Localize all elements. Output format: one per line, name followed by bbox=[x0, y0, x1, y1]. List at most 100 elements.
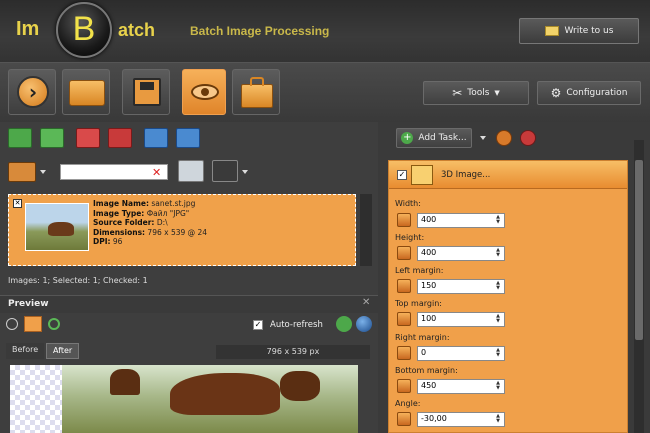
task-checkbox[interactable]: ✓ bbox=[397, 170, 407, 180]
left-margin-spinner[interactable]: ▲ ▼ bbox=[494, 281, 502, 292]
item-checkbox[interactable]: ✕ bbox=[13, 199, 22, 208]
height-label: Height: bbox=[395, 233, 425, 242]
right-margin-spinner[interactable]: ▲ ▼ bbox=[494, 348, 502, 359]
add-folder-icon[interactable] bbox=[40, 128, 64, 148]
move-up-icon[interactable] bbox=[144, 128, 168, 148]
logo-b: B bbox=[72, 10, 96, 48]
list-view-dropdown-icon[interactable] bbox=[242, 170, 248, 174]
top-margin-label: Top margin: bbox=[395, 299, 442, 308]
logo-text-left: Im bbox=[16, 18, 40, 40]
task-header[interactable]: ✓ 3D Image... bbox=[389, 161, 627, 189]
angle-link-icon[interactable] bbox=[397, 412, 411, 426]
write-to-us-label: Write to us bbox=[564, 26, 614, 36]
add-task-button[interactable]: + Add Task... bbox=[396, 128, 472, 148]
arrow-right-icon: › bbox=[17, 76, 49, 108]
close-preview-icon[interactable]: ✕ bbox=[362, 297, 370, 308]
camera-icon[interactable] bbox=[178, 160, 204, 182]
tab-after[interactable]: After bbox=[46, 343, 80, 359]
right-margin-link-icon[interactable] bbox=[397, 346, 411, 360]
zoom-fit-icon[interactable] bbox=[48, 318, 60, 330]
eye-icon bbox=[191, 84, 219, 100]
run-button[interactable]: › bbox=[8, 69, 56, 115]
height-link-icon[interactable] bbox=[397, 246, 411, 260]
right-margin-input[interactable]: 0 ▲ ▼ bbox=[417, 346, 505, 361]
configuration-label: Configuration bbox=[566, 88, 628, 98]
wrench-icon: ✂ bbox=[452, 86, 463, 100]
width-spinner[interactable]: ▲ ▼ bbox=[494, 215, 502, 226]
task-title: 3D Image... bbox=[441, 170, 491, 180]
auto-refresh-checkbox[interactable]: ✓ bbox=[253, 320, 263, 330]
preview-toggle-button[interactable] bbox=[182, 69, 226, 115]
preview-image bbox=[10, 365, 358, 433]
tab-before[interactable]: Before bbox=[6, 343, 45, 359]
left-margin-label: Left margin: bbox=[395, 266, 444, 275]
chevron-down-icon: ▼ bbox=[494, 89, 500, 97]
tools-menu-button[interactable]: ✂ Tools ▼ bbox=[423, 81, 529, 105]
bottom-margin-spinner[interactable]: ▲ ▼ bbox=[494, 381, 502, 392]
view-mode-icon[interactable] bbox=[8, 162, 36, 182]
envelope-icon bbox=[544, 26, 559, 36]
refresh-icon[interactable] bbox=[336, 316, 352, 332]
top-margin-link-icon[interactable] bbox=[397, 312, 411, 326]
floppy-icon bbox=[133, 78, 161, 106]
list-view-icon[interactable] bbox=[212, 160, 238, 182]
detail-type: Image Type: Файл "JPG" bbox=[93, 208, 190, 218]
delete-task-icon[interactable] bbox=[520, 130, 536, 146]
width-input[interactable]: 400 ▲ ▼ bbox=[417, 213, 505, 228]
bottom-margin-link-icon[interactable] bbox=[397, 379, 411, 393]
tools-label: Tools bbox=[467, 88, 490, 98]
open-folder-button[interactable] bbox=[62, 69, 110, 115]
top-margin-input[interactable]: 100 ▲ ▼ bbox=[417, 312, 505, 327]
save-button[interactable] bbox=[122, 69, 170, 115]
main-toolbar: › ✂ Tools ▼ ⚙ Configuration bbox=[0, 62, 650, 159]
add-task-label: Add Task... bbox=[418, 133, 467, 143]
task-item-3d-image: ✓ 3D Image... Width: 400 ▲ ▼ Height: 400 ▲ ▼… bbox=[388, 160, 628, 433]
task-3d-icon bbox=[411, 165, 433, 185]
height-spinner[interactable]: ▲ ▼ bbox=[494, 248, 502, 259]
preview-dimensions: 796 x 539 px bbox=[216, 345, 370, 359]
configuration-button[interactable]: ⚙ Configuration bbox=[537, 81, 641, 105]
detail-dpi: DPI: 96 bbox=[93, 237, 123, 246]
image-list-item[interactable]: ✕ Image Name: sanet.st.jpg Image Type: Ф… bbox=[8, 194, 356, 266]
image-details: Image Name: sanet.st.jpg Image Type: Фай… bbox=[93, 199, 207, 247]
detail-name: Image Name: sanet.st.jpg bbox=[93, 199, 196, 208]
folder-icon bbox=[69, 80, 105, 106]
height-input[interactable]: 400 ▲ ▼ bbox=[417, 246, 505, 261]
add-image-icon[interactable] bbox=[8, 128, 32, 148]
width-link-icon[interactable] bbox=[397, 213, 411, 227]
move-down-icon[interactable] bbox=[176, 128, 200, 148]
right-margin-label: Right margin: bbox=[395, 333, 450, 342]
tasks-scrollbar[interactable] bbox=[634, 140, 644, 433]
globe-icon[interactable] bbox=[356, 316, 372, 332]
add-task-dropdown-icon[interactable] bbox=[480, 136, 486, 140]
batch-button[interactable] bbox=[232, 69, 280, 115]
hand-icon[interactable] bbox=[24, 316, 42, 332]
remove-all-icon[interactable] bbox=[108, 128, 132, 148]
zoom-icon[interactable] bbox=[6, 318, 18, 330]
image-list-scrollbar[interactable] bbox=[360, 194, 372, 266]
move-task-icon[interactable] bbox=[496, 130, 512, 146]
bottom-margin-input[interactable]: 450 ▲ ▼ bbox=[417, 379, 505, 394]
left-margin-input[interactable]: 150 ▲ ▼ bbox=[417, 279, 505, 294]
auto-refresh-label: Auto-refresh bbox=[270, 320, 323, 330]
detail-folder: Source Folder: D:\ bbox=[93, 218, 168, 227]
width-label: Width: bbox=[395, 199, 421, 208]
view-mode-dropdown-icon[interactable] bbox=[40, 170, 46, 174]
bag-icon bbox=[241, 84, 273, 108]
remove-image-icon[interactable] bbox=[76, 128, 100, 148]
left-margin-link-icon[interactable] bbox=[397, 279, 411, 293]
image-status: Images: 1; Selected: 1; Checked: 1 bbox=[8, 276, 148, 285]
preview-title: Preview bbox=[0, 295, 378, 313]
angle-input[interactable]: -30,00 ▲ ▼ bbox=[417, 412, 505, 427]
tasks-scroll-thumb[interactable] bbox=[635, 160, 643, 340]
angle-spinner[interactable]: ▲ ▼ bbox=[494, 414, 502, 425]
images-panel: ✕ ✕ Image Name: sanet.st.jpg Image Type:… bbox=[0, 122, 378, 433]
app-subtitle: Batch Image Processing bbox=[190, 24, 330, 38]
write-to-us-button[interactable]: Write to us bbox=[519, 18, 639, 44]
angle-label: Angle: bbox=[395, 399, 421, 408]
clear-search-icon[interactable]: ✕ bbox=[152, 166, 161, 179]
top-margin-spinner[interactable]: ▲ ▼ bbox=[494, 314, 502, 325]
plus-icon: + bbox=[401, 132, 414, 144]
logo-text-right: atch bbox=[118, 20, 156, 40]
bottom-margin-label: Bottom margin: bbox=[395, 366, 458, 375]
